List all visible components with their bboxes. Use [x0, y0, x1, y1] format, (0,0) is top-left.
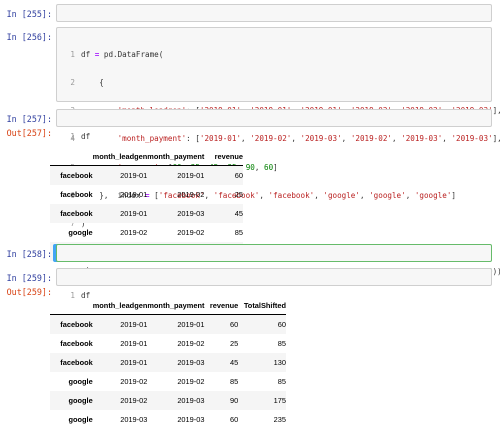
table-header-row: month_leadgen month_payment revenue	[50, 147, 243, 166]
input-prompt: In [257]:	[6, 114, 52, 124]
column-header: month_payment	[147, 147, 205, 166]
table-cell: 2019-01	[120, 190, 148, 199]
code-editor[interactable]: 1import pandas as pd	[56, 4, 492, 36]
table-cell: 2019-01	[120, 320, 148, 329]
table-cell: 60	[277, 320, 286, 329]
column-header: month_payment	[147, 296, 205, 315]
row-index-label: facebook	[60, 320, 93, 329]
table-row: facebook 2019-01 2019-03 45 130	[50, 353, 286, 372]
code-editor-active[interactable]: 1df['TotalShifted'] = df.groupby(level=0…	[56, 244, 500, 276]
input-prompt: In [256]:	[6, 32, 52, 42]
table-cell: 130	[273, 358, 286, 367]
table-cell: 2019-02	[120, 396, 148, 405]
table-cell: 2019-02	[177, 228, 205, 237]
table-row: google 2019-02 2019-02 85	[50, 223, 243, 242]
table-cell: 90	[229, 396, 239, 405]
table-cell: 235	[273, 415, 286, 424]
table-cell: 175	[273, 396, 286, 405]
table-cell: 85	[277, 377, 286, 386]
row-index-label: facebook	[60, 190, 93, 199]
table-cell: 2019-02	[177, 190, 205, 199]
table-cell: 2019-03	[177, 415, 205, 424]
table-row: facebook 2019-01 2019-02 25 85	[50, 334, 286, 353]
code-line: 1 df	[70, 131, 91, 141]
code-cell-258: In [258]: 1df['TotalShifted'] = df.group…	[0, 244, 500, 276]
table-cell: 2019-02	[177, 377, 205, 386]
code-cell-255: In [255]: 1import pandas as pd	[0, 4, 500, 36]
table-cell: 2019-02	[177, 339, 205, 348]
code-line: 1 df = pd.DataFrame(	[70, 49, 164, 59]
table-cell: 2019-03	[120, 415, 148, 424]
table-cell: 2019-01	[120, 339, 148, 348]
table-cell: 45	[229, 358, 239, 367]
table-row: google 2019-03 2019-03 60 235	[50, 410, 286, 429]
table-row: google 2019-02 2019-03 90 175	[50, 391, 286, 410]
table-cell: 2019-01	[120, 358, 148, 367]
code-editor[interactable]: 1 df	[56, 109, 492, 141]
table-cell: 2019-01	[177, 171, 205, 180]
table-cell: 85	[277, 339, 286, 348]
row-index-label: google	[68, 396, 93, 405]
row-index-label: facebook	[60, 209, 93, 218]
column-header: revenue	[204, 296, 239, 315]
row-index-label: facebook	[60, 339, 93, 348]
table-row: google 2019-02 2019-02 85 85	[50, 372, 286, 391]
column-header: month_leadgen	[92, 147, 148, 166]
code-editor[interactable]: 1 df	[56, 268, 492, 300]
code-line: 2 {	[70, 78, 104, 88]
table-cell: 2019-01	[120, 171, 148, 180]
table-cell: 2019-03	[177, 358, 205, 367]
table-row: facebook 2019-01 2019-03 45	[50, 204, 243, 223]
code-cell-259: In [259]: 1 df Out[259]: month_leadgen mo…	[0, 268, 500, 424]
table-cell: 25	[229, 339, 239, 348]
table-cell: 25	[234, 190, 243, 199]
code-cell-257: In [257]: 1 df Out[257]: month_leadgen mo…	[0, 109, 500, 275]
table-row: facebook 2019-01 2019-01 60	[50, 165, 243, 185]
table-cell: 2019-03	[177, 396, 205, 405]
table-cell: 60	[229, 415, 239, 424]
index-header	[50, 147, 93, 166]
input-prompt: In [258]:	[6, 249, 52, 259]
output-prompt: Out[259]:	[6, 287, 52, 297]
output-prompt: Out[257]:	[6, 128, 52, 138]
column-header: revenue	[204, 147, 243, 166]
code-cell-256: In [256]: 1df = pd.DataFrame( 2 { 3 'mon…	[0, 27, 500, 228]
column-header: TotalShifted	[238, 296, 286, 315]
table-cell: 85	[229, 377, 239, 386]
table-cell: 2019-01	[177, 320, 205, 329]
input-prompt: In [255]:	[6, 9, 52, 19]
dataframe-output: month_leadgen month_payment revenue Tota…	[50, 296, 286, 429]
code-editor[interactable]: 1df = pd.DataFrame( 2 { 3 'month_leadgen…	[56, 27, 500, 228]
table-header-row: month_leadgen month_payment revenue Tota…	[50, 296, 286, 315]
table-row: facebook 2019-01 2019-02 25	[50, 185, 243, 204]
input-prompt: In [259]:	[6, 273, 52, 283]
table-row: facebook 2019-01 2019-01 60 60	[50, 314, 286, 334]
row-index-label: facebook	[60, 358, 93, 367]
table-cell: 45	[234, 209, 243, 218]
row-index-label: facebook	[60, 171, 93, 180]
table-cell: 2019-02	[120, 228, 148, 237]
table-cell: 2019-02	[120, 377, 148, 386]
row-index-label: google	[68, 228, 93, 237]
table-cell: 2019-01	[120, 209, 148, 218]
table-cell: 60	[229, 320, 239, 329]
table-cell: 85	[234, 228, 243, 237]
row-index-label: google	[68, 415, 93, 424]
column-header: month_leadgen	[92, 296, 148, 315]
row-index-label: google	[68, 377, 93, 386]
index-header	[50, 296, 93, 315]
table-cell: 60	[234, 171, 243, 180]
table-cell: 2019-03	[177, 209, 205, 218]
